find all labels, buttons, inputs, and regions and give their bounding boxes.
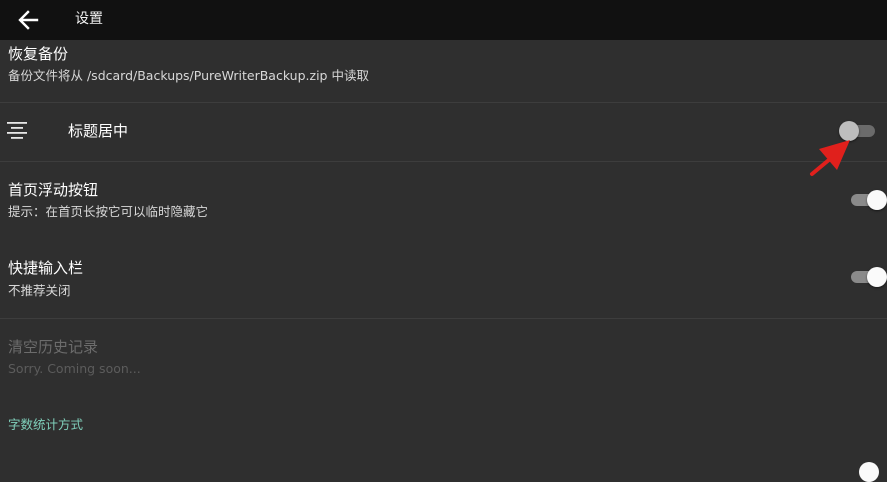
back-arrow-icon[interactable]: [14, 6, 42, 34]
toggle-thumb: [867, 190, 887, 210]
toggle-thumb: [839, 121, 859, 141]
restore-backup-title: 恢复备份: [8, 45, 69, 63]
center-title-item[interactable]: 标题居中: [0, 103, 887, 161]
word-count-category-header: 字数统计方式: [8, 417, 84, 432]
app-bar: 设置: [0, 0, 887, 40]
floating-button-item[interactable]: 首页浮动按钮 提示：在首页长按它可以临时隐藏它: [0, 162, 887, 240]
quick-input-title: 快捷输入栏: [8, 259, 84, 277]
center-title-toggle[interactable]: [839, 119, 879, 143]
floating-button-summary: 提示：在首页长按它可以临时隐藏它: [8, 204, 209, 219]
clear-history-item: 清空历史记录 Sorry. Coming soon...: [0, 319, 887, 391]
toggle-thumb: [867, 267, 887, 287]
toggle-thumb[interactable]: [859, 462, 879, 482]
clear-history-title: 清空历史记录: [8, 338, 99, 356]
page-title: 设置: [75, 11, 103, 27]
quick-input-toggle[interactable]: [847, 265, 887, 289]
center-title-label: 标题居中: [68, 122, 129, 140]
clear-history-summary: Sorry. Coming soon...: [8, 361, 141, 376]
quick-input-item[interactable]: 快捷输入栏 不推荐关闭: [0, 244, 887, 318]
align-center-icon: [7, 121, 27, 141]
restore-backup-summary: 备份文件将从 /sdcard/Backups/PureWriterBackup.…: [8, 68, 369, 83]
quick-input-summary: 不推荐关闭: [8, 283, 71, 298]
restore-backup-item[interactable]: 恢复备份 备份文件将从 /sdcard/Backups/PureWriterBa…: [0, 40, 887, 102]
floating-button-title: 首页浮动按钮: [8, 181, 99, 199]
floating-button-toggle[interactable]: [847, 188, 887, 212]
